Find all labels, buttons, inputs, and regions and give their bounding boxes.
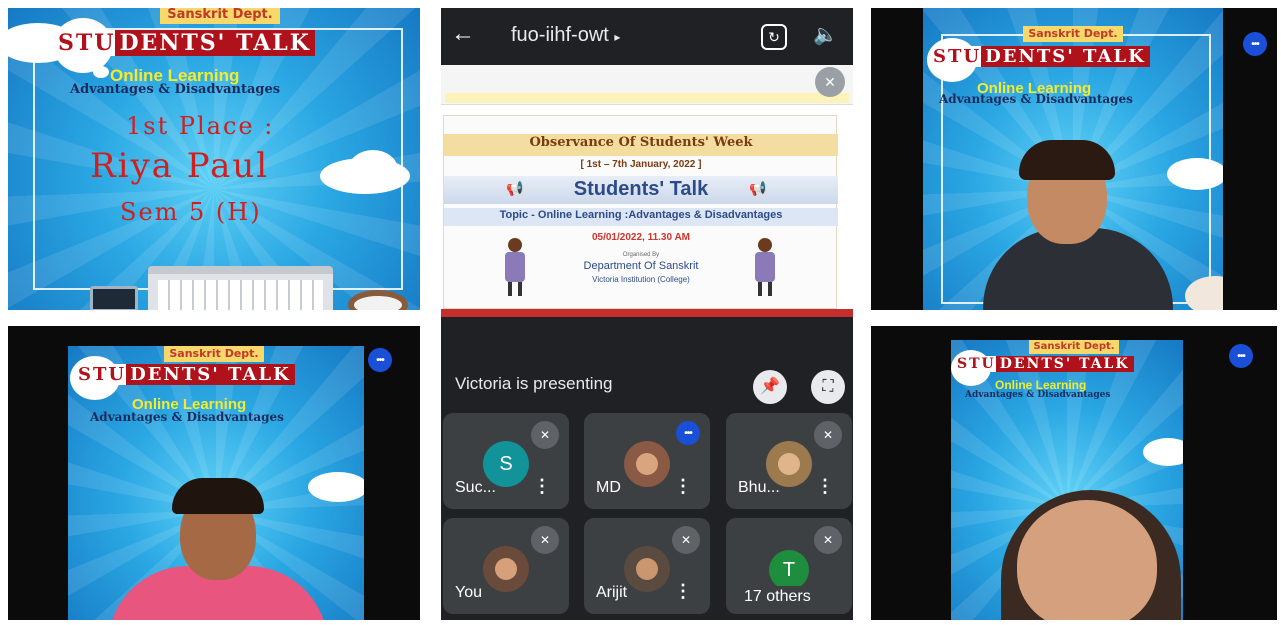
screen-bottom-bar [441,309,853,317]
participant-tile[interactable]: ✕ You [443,518,569,614]
winner-poster: Sanskrit Dept. STU DENTS' TALK Online Lea… [8,8,420,310]
subtopic-label: Advantages & Disadvantages [939,92,1133,106]
speaker-girl-illustration [750,238,780,296]
avatar [483,546,529,592]
mic-off-icon: ✕ [531,421,559,449]
speaking-indicator-icon: ••• [1243,32,1267,56]
dept-tag: Sanskrit Dept. [164,346,264,362]
phone-illustration [90,286,138,310]
megaphone-icon: 📢 [749,180,767,196]
virtual-background: Sanskrit Dept. STU DENTS' TALK Online Lea… [923,8,1223,310]
students-talk-title: STU DENTS' TALK [933,46,1150,67]
more-options-icon[interactable]: ⋮ [674,581,692,602]
mic-off-icon: ✕ [814,526,842,554]
participant-hair [1019,140,1115,180]
place-label: 1st Place : [126,112,275,140]
participant-name: Suc... [455,479,496,496]
pin-icon[interactable]: 📌 [753,370,787,404]
virtual-background: Sanskrit Dept. STU DENTS' TALK Online Lea… [68,346,364,620]
presented-screen: ✕ Observance Of Students' Week [ 1st – 7… [441,65,853,317]
avatar [624,441,670,487]
laptop-illustration [148,266,333,310]
slide-talk-title: Students' Talk [573,178,709,200]
students-talk-title: STU DENTS' TALK [957,356,1134,372]
others-tile[interactable]: ✕ T 17 others [726,518,852,614]
students-talk-title: STU DENTS' TALK [58,30,315,56]
cloud-decoration [308,472,364,502]
mic-off-icon: ✕ [814,421,842,449]
dept-tag: Sanskrit Dept. [1023,26,1123,42]
participant-tile[interactable]: ✕ Arijit ⋮ [584,518,710,614]
slide-topic: Topic - Online Learning :Advantages & Di… [499,209,783,221]
dept-tag: Sanskrit Dept. [1029,340,1119,354]
participant-name: You [455,584,482,601]
arrow-left-icon[interactable]: ← [451,20,479,48]
participant-hair [172,478,264,514]
winner-name: Riya Paul [90,146,270,186]
more-options-icon[interactable]: ⋮ [816,476,834,497]
students-talk-title: STU DENTS' TALK [78,364,295,385]
slide-observance: Observance Of Students' Week [529,135,753,150]
screen-toolbar [441,65,853,105]
others-count: 17 others [738,586,817,608]
participant-tile[interactable]: ••• MD ⋮ [584,413,710,509]
subtopic-label: Advantages & Disadvantages [90,410,284,424]
subtopic-label: Advantages & Disadvantages [70,82,281,97]
participant-tile[interactable]: ✕ Bhu... ⋮ [726,413,852,509]
dept-tag: Sanskrit Dept. [160,8,280,24]
speaking-indicator-icon: ••• [368,348,392,372]
video-tile-top-right: Sanskrit Dept. STU DENTS' TALK Online Lea… [871,8,1277,310]
participant-name: Bhu... [738,479,780,496]
subtopic-label: Advantages & Disadvantages [965,390,1111,400]
avatar [624,546,670,592]
slide-dates: [ 1st – 7th January, 2022 ] [580,159,702,170]
camera-switch-icon[interactable]: ↻ [761,24,787,50]
chevron-right-icon: ▸ [614,30,621,44]
mic-off-icon: ✕ [815,67,845,97]
semester-label: Sem 5 (H) [120,198,262,226]
video-tile-bottom-left: Sanskrit Dept. STU DENTS' TALK Online Lea… [8,326,420,620]
speaker-icon[interactable]: 🔈 [813,22,838,47]
participant-tile[interactable]: ✕ S Suc... ⋮ [443,413,569,509]
participant-name: MD [596,479,621,496]
meet-top-bar: ← fuo-iihf-owt ▸ ↻ 🔈 [441,8,853,64]
mic-off-icon: ✕ [672,526,700,554]
meet-screen: ← fuo-iihf-owt ▸ ↻ 🔈 ✕ Observance Of Stu… [441,8,853,620]
cloud-decoration [1167,158,1223,190]
speaking-indicator-icon: ••• [1229,344,1253,368]
video-tile-bottom-right: Sanskrit Dept. STU DENTS' TALK Online Lea… [871,326,1277,620]
mic-off-icon: ✕ [531,526,559,554]
presenting-label: Victoria is presenting [455,374,613,393]
slide: Observance Of Students' Week [ 1st – 7th… [443,115,838,309]
more-options-icon[interactable]: ⋮ [674,476,692,497]
more-options-icon[interactable]: ⋮ [533,476,551,497]
participant-name: Arijit [596,584,628,601]
fullscreen-icon[interactable]: ⛶ [811,370,845,404]
meeting-code[interactable]: fuo-iihf-owt ▸ [511,24,620,47]
speaking-indicator-icon: ••• [676,421,700,445]
participant-face [1017,500,1157,620]
virtual-background: Sanskrit Dept. STU DENTS' TALK Online Lea… [951,340,1183,620]
avatar: T [769,550,809,590]
cloud-decoration [93,66,109,78]
cloud-decoration [348,150,398,190]
